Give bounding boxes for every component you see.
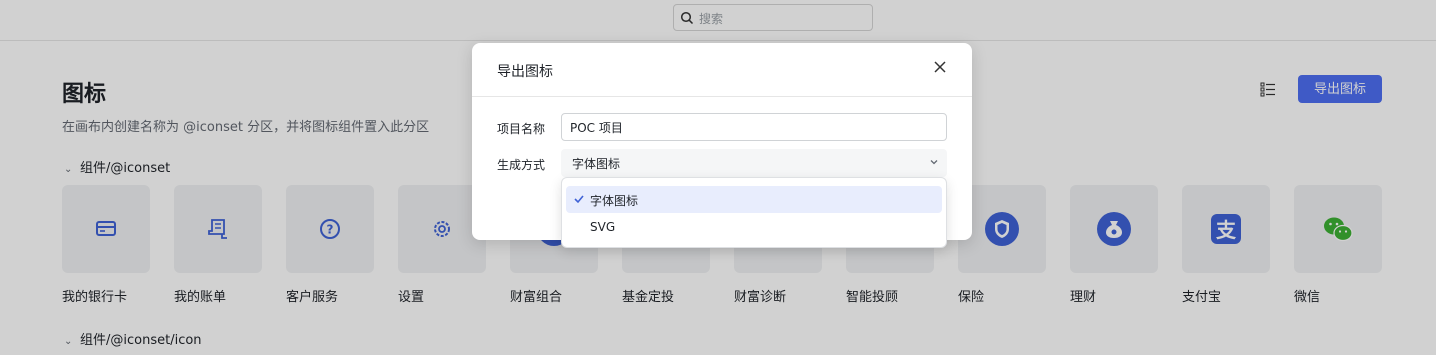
check-icon	[574, 195, 584, 204]
option-label: 字体图标	[590, 194, 639, 208]
project-name-input[interactable]	[561, 113, 947, 141]
dialog-title: 导出图标	[497, 64, 553, 80]
option-font-icon[interactable]: 字体图标	[566, 186, 942, 213]
generation-mode-dropdown: 字体图标 SVG	[561, 177, 947, 248]
chevron-down-icon	[930, 160, 938, 165]
project-name-label: 项目名称	[497, 122, 546, 136]
option-svg[interactable]: SVG	[566, 214, 942, 241]
close-icon[interactable]	[932, 59, 948, 75]
option-label: SVG	[590, 220, 616, 234]
generation-mode-select[interactable]: 字体图标	[561, 149, 947, 177]
dialog-divider	[472, 96, 972, 97]
select-value: 字体图标	[572, 157, 621, 171]
generation-mode-label: 生成方式	[497, 158, 546, 172]
